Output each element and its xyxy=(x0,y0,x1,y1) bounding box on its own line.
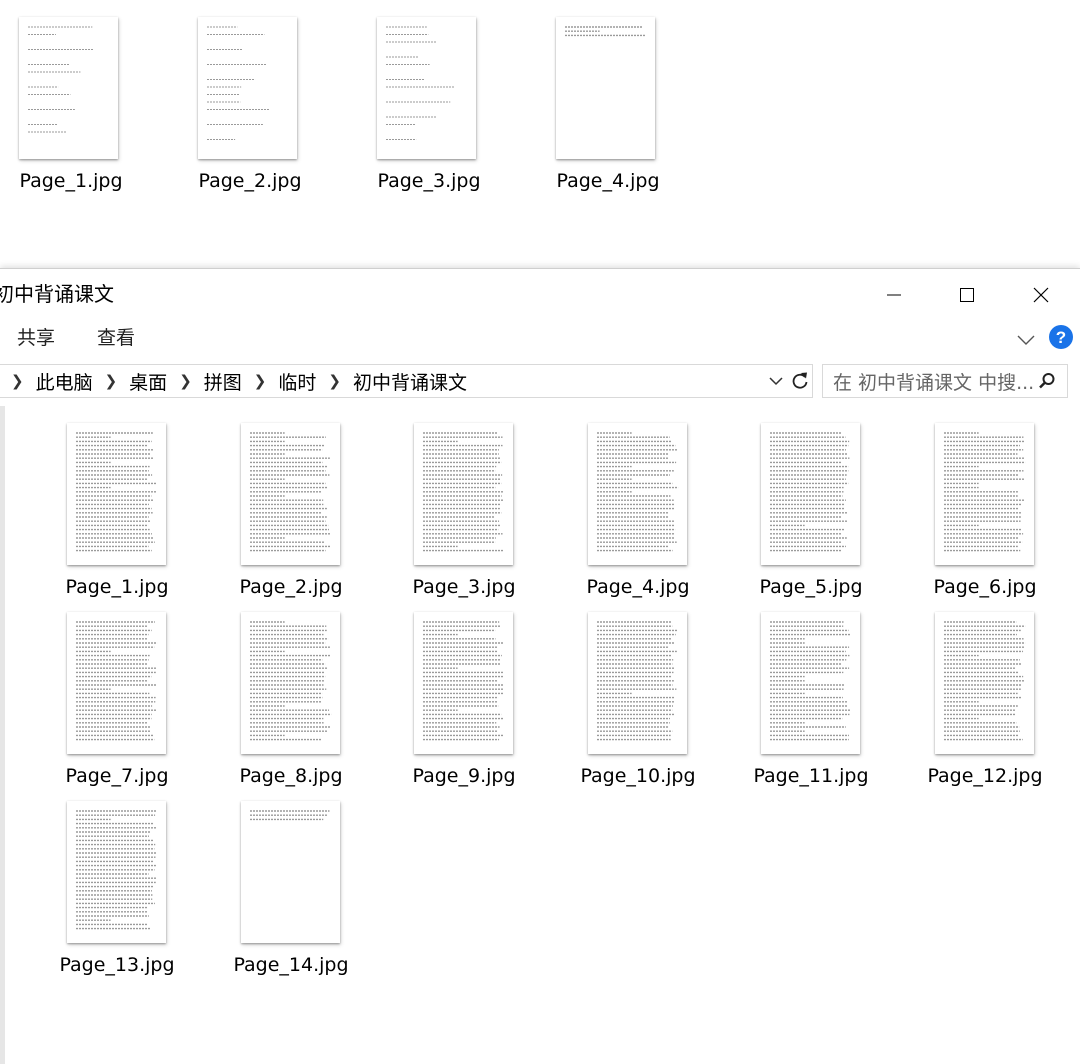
file-name: Page_12.jpg xyxy=(927,765,1043,787)
file-name: Page_8.jpg xyxy=(239,765,343,787)
file-name: Page_3.jpg xyxy=(412,576,516,598)
file-name: Page_4.jpg xyxy=(586,576,690,598)
file-name: Page_14.jpg xyxy=(233,954,349,976)
background-explorer-window: Page_1.jpg Page_2.jpg Page_3.jpg Page_4.… xyxy=(0,0,1080,268)
explorer-window: 初中背诵课文 共享 查看 ? ❯ 此电脑 ❯ 桌面 ❯ 拼图 ❯ 临时 ❯ 初中… xyxy=(0,268,1080,1064)
file-tile[interactable]: Page_4.jpg xyxy=(563,423,713,608)
bg-file-tile-3[interactable]: Page_3.jpg xyxy=(354,0,504,200)
file-thumbnail xyxy=(414,612,513,754)
close-button[interactable] xyxy=(1011,275,1071,315)
file-tile[interactable]: Page_9.jpg xyxy=(389,612,539,797)
close-icon xyxy=(1033,287,1049,303)
file-thumbnail xyxy=(241,801,340,943)
address-bar[interactable]: ❯ 此电脑 ❯ 桌面 ❯ 拼图 ❯ 临时 ❯ 初中背诵课文 xyxy=(0,364,813,398)
file-thumbnail xyxy=(67,612,166,754)
file-name: Page_9.jpg xyxy=(412,765,516,787)
file-name: Page_1.jpg xyxy=(65,576,169,598)
file-grid: Page_1.jpg Page_2.jpg Page_3.jpg Page_4.jpg… xyxy=(0,406,1080,1064)
file-tile[interactable]: Page_1.jpg xyxy=(42,423,192,608)
file-thumbnail xyxy=(241,423,340,565)
breadcrumb-separator-icon[interactable]: ❯ xyxy=(328,372,341,390)
file-thumbnail xyxy=(241,612,340,754)
bg-file-name-4: Page_4.jpg xyxy=(556,170,660,192)
bg-file-thumbnail-3 xyxy=(377,17,476,159)
bg-file-thumbnail-2 xyxy=(198,17,297,159)
file-thumbnail xyxy=(935,612,1034,754)
file-name: Page_11.jpg xyxy=(753,765,869,787)
breadcrumb-this-pc[interactable]: 此电脑 xyxy=(36,368,93,395)
file-name: Page_10.jpg xyxy=(580,765,696,787)
file-name: Page_2.jpg xyxy=(239,576,343,598)
file-name: Page_6.jpg xyxy=(933,576,1037,598)
help-button[interactable]: ? xyxy=(1048,324,1074,350)
minimize-button[interactable] xyxy=(864,275,924,315)
refresh-button[interactable] xyxy=(789,369,811,393)
breadcrumb-separator-icon[interactable]: ❯ xyxy=(254,372,267,390)
bg-file-thumbnail-4 xyxy=(556,17,655,159)
file-thumbnail xyxy=(67,801,166,943)
search-icon xyxy=(1039,373,1055,389)
file-thumbnail xyxy=(761,423,860,565)
file-tile[interactable]: Page_3.jpg xyxy=(389,423,539,608)
file-name: Page_13.jpg xyxy=(59,954,175,976)
file-thumbnail xyxy=(588,423,687,565)
file-name: Page_5.jpg xyxy=(759,576,863,598)
bg-file-thumbnail-1 xyxy=(19,17,118,159)
file-tile[interactable]: Page_7.jpg xyxy=(42,612,192,797)
maximize-icon xyxy=(960,288,974,302)
minimize-icon xyxy=(887,294,901,296)
file-thumbnail xyxy=(935,423,1034,565)
maximize-button[interactable] xyxy=(937,275,997,315)
bg-file-name-3: Page_3.jpg xyxy=(377,170,481,192)
refresh-icon xyxy=(792,372,808,389)
file-tile[interactable]: Page_10.jpg xyxy=(563,612,713,797)
bg-file-tile-4[interactable]: Page_4.jpg xyxy=(533,0,683,200)
file-tile[interactable]: Page_8.jpg xyxy=(216,612,366,797)
file-tile[interactable]: Page_6.jpg xyxy=(910,423,1060,608)
chevron-down-icon xyxy=(1017,335,1035,345)
breadcrumb-current-folder[interactable]: 初中背诵课文 xyxy=(353,368,467,395)
ribbon-expand-button[interactable] xyxy=(1014,329,1038,349)
breadcrumb-pintu[interactable]: 拼图 xyxy=(204,368,242,395)
file-name: Page_7.jpg xyxy=(65,765,169,787)
address-history-dropdown[interactable] xyxy=(767,371,785,391)
breadcrumb-desktop[interactable]: 桌面 xyxy=(129,368,167,395)
help-icon: ? xyxy=(1049,325,1073,349)
bg-file-tile-2[interactable]: Page_2.jpg xyxy=(175,0,325,200)
tab-share[interactable]: 共享 xyxy=(17,325,55,351)
file-tile[interactable]: Page_12.jpg xyxy=(910,612,1060,797)
breadcrumb-temp[interactable]: 临时 xyxy=(278,368,316,395)
file-tile[interactable]: Page_11.jpg xyxy=(736,612,886,797)
breadcrumb-separator-icon[interactable]: ❯ xyxy=(105,372,118,390)
bg-file-tile-1[interactable]: Page_1.jpg xyxy=(0,0,150,200)
svg-text:?: ? xyxy=(1056,328,1066,347)
window-title: 初中背诵课文 xyxy=(0,282,114,306)
breadcrumb-separator-icon: ❯ xyxy=(11,372,24,390)
bg-file-name-1: Page_1.jpg xyxy=(19,170,123,192)
file-thumbnail xyxy=(588,612,687,754)
file-thumbnail xyxy=(414,423,513,565)
search-icon-wrap[interactable] xyxy=(1037,371,1057,391)
ribbon-tabs: 共享 查看 ? xyxy=(0,319,1080,359)
title-bar[interactable]: 初中背诵课文 xyxy=(0,269,1080,319)
bg-file-name-2: Page_2.jpg xyxy=(198,170,302,192)
search-input[interactable]: 在 初中背诵课文 中搜... xyxy=(822,364,1068,398)
file-thumbnail xyxy=(67,423,166,565)
file-tile[interactable]: Page_14.jpg xyxy=(216,801,366,986)
chevron-down-icon xyxy=(769,377,783,386)
tab-view[interactable]: 查看 xyxy=(97,325,135,351)
file-tile[interactable]: Page_2.jpg xyxy=(216,423,366,608)
breadcrumb: ❯ 此电脑 ❯ 桌面 ❯ 拼图 ❯ 临时 ❯ 初中背诵课文 xyxy=(11,367,467,395)
search-placeholder: 在 初中背诵课文 中搜... xyxy=(833,372,1035,394)
file-tile[interactable]: Page_5.jpg xyxy=(736,423,886,608)
file-tile[interactable]: Page_13.jpg xyxy=(42,801,192,986)
file-thumbnail xyxy=(761,612,860,754)
breadcrumb-separator-icon[interactable]: ❯ xyxy=(179,372,192,390)
